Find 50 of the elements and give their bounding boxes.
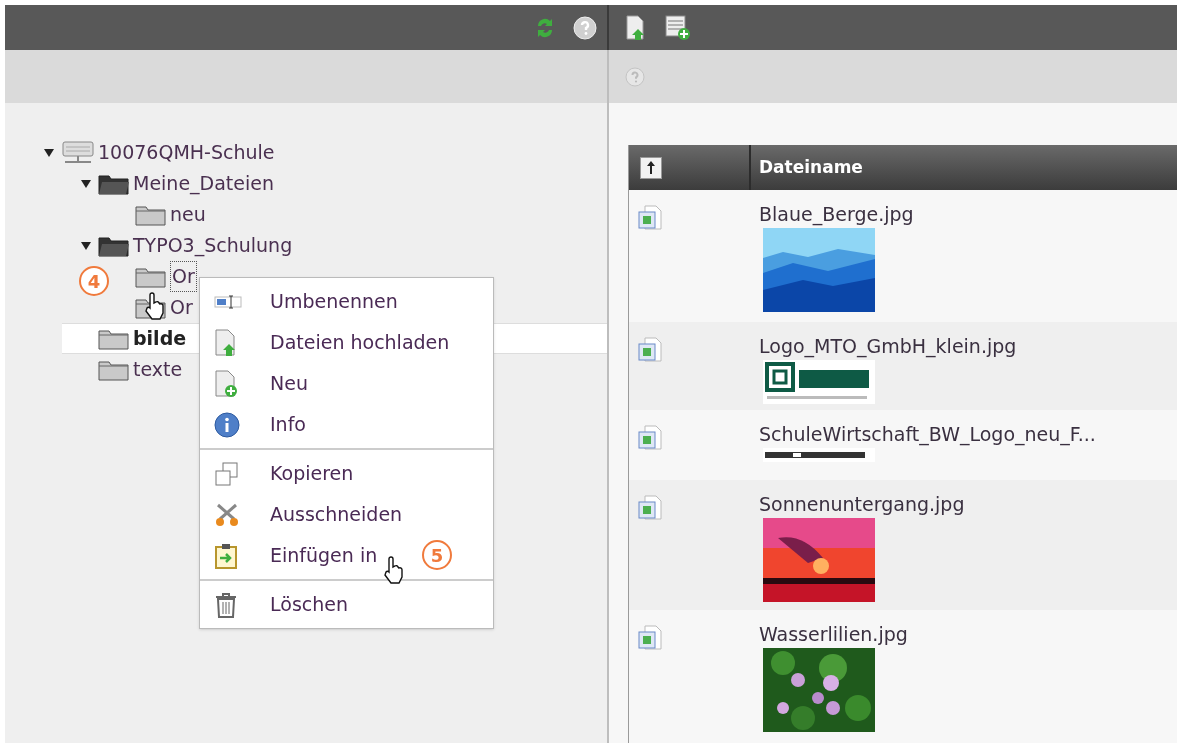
server-icon <box>61 139 95 166</box>
upload-file-icon[interactable] <box>625 14 647 41</box>
menu-item[interactable]: Neu <box>200 363 493 404</box>
scissors-icon <box>214 501 240 528</box>
image-file-icon <box>638 336 664 364</box>
file-name[interactable]: Sonnenuntergang.jpg <box>759 492 965 516</box>
menu-item[interactable]: Löschen <box>200 584 493 625</box>
folder-icon <box>135 203 167 226</box>
menu-item[interactable]: Ausschneiden <box>200 494 493 535</box>
new-record-icon[interactable] <box>665 14 691 41</box>
menu-item[interactable]: Info <box>200 404 493 445</box>
folder-icon <box>135 265 167 288</box>
step-marker: 5 <box>422 540 452 570</box>
image-file-icon <box>638 494 664 522</box>
file-name[interactable]: Blaue_Berge.jpg <box>759 202 914 226</box>
tree-item[interactable]: neu <box>170 200 206 229</box>
menu-item[interactable]: Kopieren <box>200 453 493 494</box>
menu-item[interactable]: Dateien hochladen <box>200 322 493 363</box>
paste-icon <box>214 542 238 569</box>
tree-item[interactable]: texte <box>133 355 183 384</box>
tree-item[interactable]: bilde <box>133 324 187 353</box>
file-name[interactable]: Logo_MTO_GmbH_klein.jpg <box>759 334 1017 358</box>
sort-up-icon[interactable] <box>640 156 662 179</box>
tree-item[interactable]: TYPO3_Schulung <box>133 231 293 260</box>
file-name[interactable]: Wasserlilien.jpg <box>759 622 908 646</box>
expand-arrow-icon[interactable] <box>80 240 92 251</box>
copy-icon <box>214 460 240 487</box>
image-file-icon <box>638 624 664 652</box>
tree-item[interactable]: Or <box>170 293 193 322</box>
folder-icon <box>98 327 130 350</box>
image-file-icon <box>638 204 664 232</box>
tree-item[interactable]: Or <box>170 261 197 292</box>
file-name[interactable]: SchuleWirtschaft_BW_Logo_neu_F... <box>759 422 1096 446</box>
tree-item[interactable]: 10076QMH-Schule <box>98 138 275 167</box>
menu-item[interactable]: Umbenennen <box>200 281 493 322</box>
expand-arrow-icon[interactable] <box>80 178 92 189</box>
image-file-icon <box>638 424 664 452</box>
expand-arrow-icon[interactable] <box>43 147 55 158</box>
upload-file-icon <box>214 328 238 357</box>
hand-cursor-icon <box>144 292 166 320</box>
tree-item[interactable]: Meine_Dateien <box>133 169 274 198</box>
column-header[interactable]: Dateiname <box>759 154 863 181</box>
rename-icon <box>214 293 242 310</box>
new-file-icon <box>214 369 238 398</box>
folder-icon <box>98 172 130 195</box>
folder-icon <box>98 234 130 257</box>
hand-cursor-icon <box>383 556 405 584</box>
info-icon <box>214 411 240 438</box>
trash-icon <box>214 591 238 618</box>
folder-icon <box>98 358 130 381</box>
